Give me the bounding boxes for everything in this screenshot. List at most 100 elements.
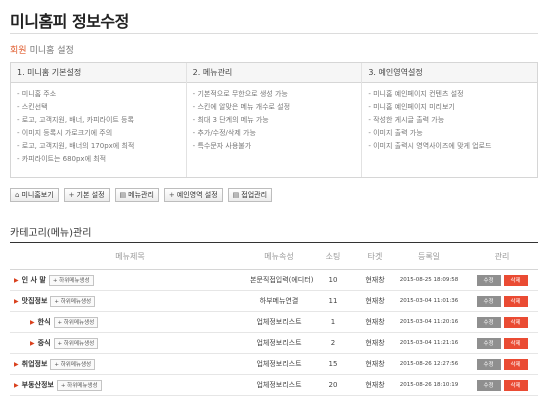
menu-target: 현재창	[365, 339, 385, 347]
title-divider	[10, 33, 538, 34]
menu-date: 2015-08-25 18:09:58	[399, 277, 459, 283]
page-title: 미니홈피 정보수정	[10, 12, 129, 31]
guide-item: - 추가/수정/삭제 가능	[192, 129, 256, 137]
guide-item: - 이미지 출력시 영역사이즈에 맞게 업로드	[368, 142, 492, 150]
breadcrumb-section[interactable]: 회원	[10, 46, 27, 56]
settings-column-list: - 미니홈 예인페이지 컨텐츠 설정 - 미니홈 예인페이지 미리보기 - 작성…	[362, 83, 537, 153]
add-submenu-button[interactable]: + 하위메뉴생성	[53, 316, 99, 328]
menu-attribute: 본문직접입력(에디터)	[250, 276, 314, 284]
edit-button[interactable]: 수정	[476, 337, 501, 349]
delete-button[interactable]: 삭제	[503, 337, 528, 349]
business-management-button[interactable]: ▤ 접업관리	[227, 188, 273, 202]
guide-item: - 작성한 게시글 출력 가능	[368, 116, 445, 124]
main-area-settings-button[interactable]: + 예인영역 설정	[163, 188, 223, 202]
menu-date: 2015-03-04 11:01:36	[399, 298, 459, 304]
category-section-title: 카테고리(메뉴)관리	[10, 228, 92, 239]
menu-date: 2015-08-26 12:27:56	[399, 361, 459, 367]
delete-button[interactable]: 삭제	[503, 358, 528, 370]
settings-column-heading: 2. 메뉴관리	[186, 63, 362, 83]
guide-item: - 특수문자 사용불가	[192, 142, 252, 150]
settings-column-heading: 3. 예인영역설정	[362, 63, 538, 83]
basic-settings-button[interactable]: + 기본 설정	[63, 188, 110, 202]
menu-management-button[interactable]: ▤ 메뉴관리	[114, 188, 159, 202]
menu-sort: 10	[328, 276, 338, 284]
guide-item: - 로고, 고객지원, 배너의 170px에 최적	[17, 142, 135, 150]
edit-button[interactable]: 수정	[476, 379, 501, 391]
guide-item: - 미니홈 예인페이지 컨텐츠 설정	[368, 90, 464, 98]
header-manage: 관리	[494, 251, 510, 261]
delete-button[interactable]: 삭제	[503, 316, 528, 328]
guide-item: - 카피라이트는 680px에 최적	[17, 155, 107, 163]
menu-attribute: 업체정보리스트	[256, 360, 302, 368]
delete-button[interactable]: 삭제	[503, 295, 528, 307]
menu-name[interactable]: 취업정보	[22, 359, 48, 369]
settings-column-basic: 1. 미니홈 기본설정 - 미니홈 주소 - 스킨선택 - 로고, 고객지원, …	[11, 63, 187, 177]
add-submenu-button[interactable]: + 하위메뉴생성	[48, 274, 94, 286]
menu-name[interactable]: 맛집정보	[22, 296, 48, 306]
menu-date: 2015-03-04 11:20:16	[399, 319, 459, 325]
edit-button[interactable]: 수정	[476, 358, 501, 370]
caret-right-icon: ▶	[14, 360, 19, 368]
menu-name[interactable]: 중식	[38, 338, 51, 348]
menu-name[interactable]: 인 사 말	[22, 275, 46, 285]
table-row: ▶ 한식 + 하위메뉴생성 업체정보리스트 1 현재창 2015-03-04 11:…	[10, 312, 538, 333]
add-submenu-button[interactable]: + 하위메뉴생성	[56, 379, 102, 391]
menu-target: 현재창	[365, 297, 385, 305]
menu-sort: 20	[328, 381, 338, 389]
header-target: 타겟	[367, 251, 383, 261]
menu-name[interactable]: 부동산정보	[22, 380, 54, 390]
table-row: ▶ 중식 + 하위메뉴생성 업체정보리스트 2 현재창 2015-03-04 11:…	[10, 333, 538, 354]
menu-target: 현재창	[365, 318, 385, 326]
menu-target: 현재창	[365, 381, 385, 389]
guide-item: - 미니홈 주소	[17, 90, 57, 98]
header-sort: 소팅	[325, 251, 341, 261]
menu-sort: 15	[328, 360, 338, 368]
guide-item: - 스킨에 알맞은 메뉴 개수로 설정	[192, 103, 291, 111]
settings-column-list: - 미니홈 주소 - 스킨선택 - 로고, 고객지원, 배너, 카피라이트 등록…	[11, 83, 186, 166]
guide-item: - 최대 3 단계의 메뉴 가능	[192, 116, 269, 124]
view-minihome-button[interactable]: ⌂ 미니홈보기	[10, 188, 59, 202]
menu-attribute: 업체정보리스트	[256, 318, 302, 326]
header-date: 등록일	[417, 251, 441, 261]
add-submenu-button[interactable]: + 하위메뉴생성	[50, 295, 96, 307]
menu-name[interactable]: 한식	[38, 317, 51, 327]
caret-right-icon: ▶	[14, 381, 19, 389]
menu-attribute: 업체정보리스트	[256, 381, 302, 389]
caret-right-icon: ▶	[30, 339, 35, 347]
home-icon: ⌂	[15, 191, 20, 199]
menu-attribute: 하부메뉴연결	[259, 297, 299, 305]
guide-item: - 기본적으로 무한으로 생성 가능	[192, 90, 288, 98]
caret-right-icon: ▶	[14, 276, 19, 284]
settings-column-main-area: 3. 예인영역설정 - 미니홈 예인페이지 컨텐츠 설정 - 미니홈 예인페이지…	[362, 63, 538, 177]
settings-column-list: - 기본적으로 무한으로 생성 가능 - 스킨에 알맞은 메뉴 개수로 설정 -…	[187, 83, 362, 153]
menu-attribute: 업체정보리스트	[256, 339, 302, 347]
table-row: ▶ 취업정보 + 하위메뉴생성 업체정보리스트 15 현재창 2015-08-26 …	[10, 354, 538, 375]
plus-icon: +	[68, 191, 75, 199]
guide-item: - 로고, 고객지원, 배너, 카피라이트 등록	[17, 116, 134, 124]
menu-sort: 1	[330, 318, 336, 326]
table-header: 메뉴제목 메뉴속성 소팅 타겟 등록일 관리	[10, 243, 538, 270]
add-submenu-button[interactable]: + 하위메뉴생성	[50, 358, 96, 370]
table-row: ▶ 맛집정보 + 하위메뉴생성 하부메뉴연결 11 현재창 2015-03-04 1…	[10, 291, 538, 312]
delete-button[interactable]: 삭제	[503, 274, 528, 286]
settings-guide: 1. 미니홈 기본설정 - 미니홈 주소 - 스킨선택 - 로고, 고객지원, …	[10, 62, 538, 178]
add-submenu-button[interactable]: + 하위메뉴생성	[53, 337, 99, 349]
delete-button[interactable]: 삭제	[503, 379, 528, 391]
table-row: ▶ 인 사 말 + 하위메뉴생성 본문직접입력(에디터) 10 현재창 2015-0…	[10, 270, 538, 291]
header-menu-title: 메뉴제목	[115, 251, 145, 261]
settings-column-menu: 2. 메뉴관리 - 기본적으로 무한으로 생성 가능 - 스킨에 알맞은 메뉴 …	[186, 63, 363, 177]
caret-right-icon: ▶	[30, 318, 35, 326]
edit-button[interactable]: 수정	[476, 295, 501, 307]
menu-table: 메뉴제목 메뉴속성 소팅 타겟 등록일 관리 ▶ 인 사 말 + 하위메뉴생성 본문…	[10, 243, 538, 396]
table-row: ▶ 부동산정보 + 하위메뉴생성 업체정보리스트 20 현재창 2015-08-26…	[10, 375, 538, 396]
menu-sort: 2	[330, 339, 336, 347]
guide-item: - 이미지 출력 가능	[368, 129, 423, 137]
list-icon: ▤	[232, 191, 240, 199]
settings-column-heading: 1. 미니홈 기본설정	[11, 63, 186, 83]
menu-date: 2015-08-26 18:10:19	[399, 382, 459, 388]
menu-sort: 11	[328, 297, 338, 305]
edit-button[interactable]: 수정	[476, 316, 501, 328]
edit-button[interactable]: 수정	[476, 274, 501, 286]
list-icon: ▤	[119, 191, 127, 199]
breadcrumb-page: 미니홈 설정	[29, 46, 74, 56]
